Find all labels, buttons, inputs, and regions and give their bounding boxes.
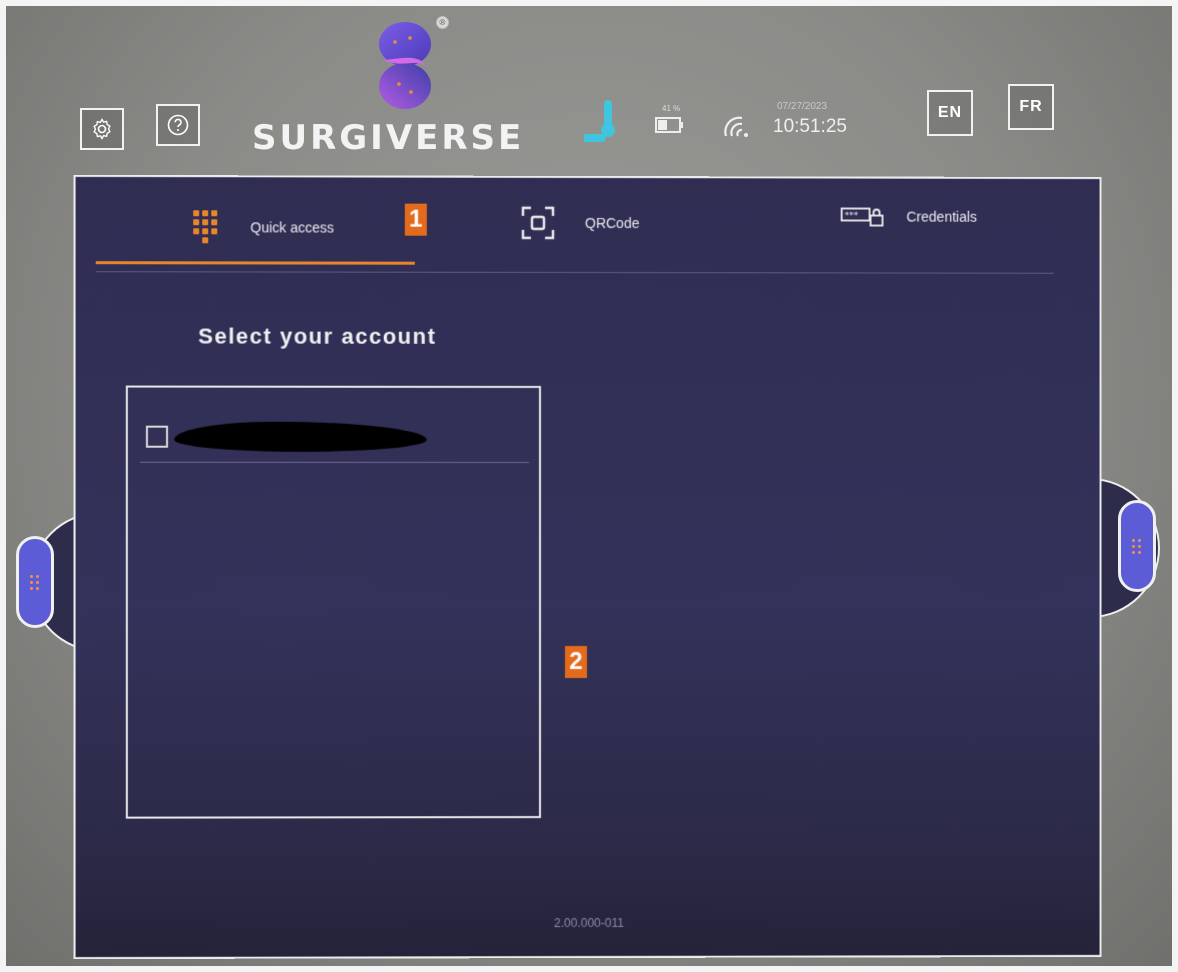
- headset-temperature-icon: [584, 100, 615, 142]
- registered-mark: ®: [436, 16, 449, 29]
- page-title: Select your account: [198, 323, 437, 349]
- tab-label: Credentials: [906, 208, 977, 225]
- password-lock-icon: ***: [841, 204, 885, 228]
- brand-name: SURGIVERSE: [252, 118, 525, 158]
- battery-percent: 41 %: [662, 104, 681, 113]
- left-grab-handle[interactable]: [16, 536, 54, 628]
- clock-label: 10:51:25: [773, 116, 847, 137]
- tab-credentials[interactable]: *** Credentials: [841, 204, 977, 228]
- help-button[interactable]: [156, 104, 200, 146]
- grip-dots-icon: [1132, 538, 1142, 554]
- gear-icon: [93, 118, 111, 140]
- surgiverse-logo: [379, 22, 431, 109]
- tab-label: QRCode: [585, 214, 640, 232]
- right-grab-handle[interactable]: [1118, 500, 1156, 592]
- list-item[interactable]: [128, 388, 539, 463]
- grip-dots-icon: [30, 574, 40, 590]
- annotation-marker-1: 1: [404, 203, 427, 236]
- date-label: 07/27/2023: [777, 101, 828, 112]
- redacted-account-name: [174, 421, 427, 452]
- active-tab-indicator: [95, 261, 415, 265]
- help-icon: [167, 114, 189, 136]
- list-divider: [139, 461, 529, 463]
- svg-text:***: ***: [845, 212, 859, 222]
- language-en-button[interactable]: EN: [927, 90, 973, 136]
- tab-label: Quick access: [250, 219, 334, 236]
- settings-button[interactable]: [80, 108, 124, 150]
- annotation-marker-2: 2: [564, 646, 588, 679]
- tab-qrcode[interactable]: QRCode: [521, 206, 639, 240]
- keypad-icon: [192, 209, 217, 243]
- qr-scan-icon: [521, 206, 555, 240]
- login-panel: Quick access QRCode *** Credentials 1 Se…: [73, 174, 1102, 960]
- language-fr-button[interactable]: FR: [1008, 84, 1054, 130]
- version-label: 2.00.000-011: [554, 915, 624, 931]
- battery-icon: [655, 117, 683, 133]
- tab-divider: [95, 271, 1054, 274]
- account-list: [125, 385, 541, 819]
- tab-quick-access[interactable]: Quick access: [192, 209, 334, 249]
- account-checkbox[interactable]: [145, 425, 169, 448]
- wifi-icon: [724, 116, 748, 137]
